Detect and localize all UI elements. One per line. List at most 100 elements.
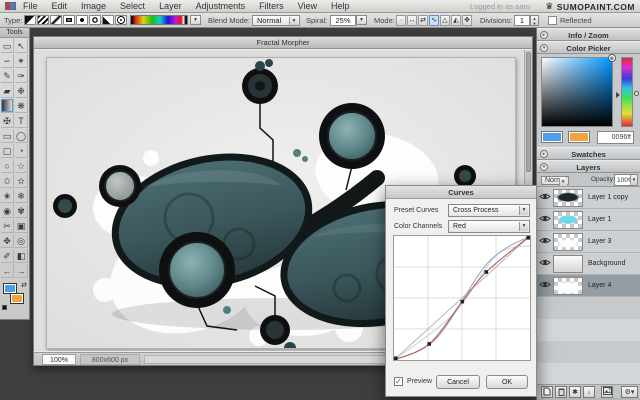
mode-triangle-outline-button[interactable]: △ <box>440 15 450 26</box>
curves-plot[interactable] <box>393 235 531 361</box>
hue-slider-handle-left[interactable] <box>616 92 620 98</box>
swatches-panel-header[interactable]: ▸Swatches <box>537 147 640 160</box>
tool-fill-bucket[interactable]: ◧ <box>15 249 28 263</box>
layer-opacity-select[interactable]: 100%▼ <box>614 174 638 186</box>
tool-smudge[interactable]: ✾ <box>15 204 28 218</box>
tool-star5-shape[interactable]: ✫ <box>15 174 28 188</box>
layer-visibility-eye-icon[interactable] <box>537 258 553 269</box>
tool-zoom[interactable]: ◎ <box>15 234 28 248</box>
scrollbar-thumb[interactable] <box>526 52 531 172</box>
layer-row-selected[interactable]: Layer 4 <box>537 275 640 297</box>
layer-visibility-eye-icon[interactable] <box>537 280 553 291</box>
background-color-swatch[interactable] <box>568 131 590 143</box>
tool-eyedropper[interactable]: ✐ <box>1 249 14 263</box>
gradient-dropdown-button[interactable]: ▼ <box>190 15 201 25</box>
layer-visibility-eye-icon[interactable] <box>537 236 553 247</box>
gradient-type-striped-button[interactable] <box>37 15 49 25</box>
tool-pencil[interactable]: ✎ <box>1 69 14 83</box>
ok-button[interactable]: OK <box>486 375 528 389</box>
preset-curves-select[interactable]: Cross Process▼ <box>448 204 530 217</box>
saturation-value-square[interactable] <box>541 57 613 127</box>
layer-thumbnail[interactable] <box>553 255 583 273</box>
hex-color-input[interactable] <box>597 131 634 144</box>
gradient-type-square-button[interactable] <box>63 15 75 25</box>
menu-filters[interactable]: Filters <box>259 1 284 11</box>
mode-arrows-dashed-button[interactable]: ⇄ <box>418 15 428 26</box>
collapse-arrow-icon[interactable]: ▸ <box>540 31 548 39</box>
menu-layer[interactable]: Layer <box>159 1 182 11</box>
layer-thumbnail[interactable] <box>553 233 583 251</box>
menu-file[interactable]: File <box>23 1 38 11</box>
spiral-dropdown-button[interactable]: ▼ <box>356 15 367 25</box>
gradient-type-corner-button[interactable] <box>102 15 114 25</box>
color-picker-panel-header[interactable]: ▾Color Picker <box>537 41 640 54</box>
collapse-arrow-icon[interactable]: ▸ <box>540 150 548 158</box>
layer-row[interactable]: Layer 1 <box>537 209 640 231</box>
tool-pie-shape[interactable]: ◔ <box>15 144 28 158</box>
gradient-type-line-button[interactable] <box>50 15 62 25</box>
info-zoom-panel-header[interactable]: ▸Info / Zoom <box>537 28 640 41</box>
tool-clone-stamp[interactable]: ✠ <box>1 114 14 128</box>
layer-down-button[interactable]: ↓ <box>583 386 595 398</box>
menu-help[interactable]: Help <box>331 1 350 11</box>
color-cursor[interactable] <box>609 55 615 61</box>
menu-edit[interactable]: Edit <box>52 1 68 11</box>
spiral-value[interactable]: 25% <box>330 15 356 26</box>
hue-slider-handle-right[interactable] <box>634 91 639 96</box>
gradient-preview[interactable] <box>130 15 188 25</box>
image-button[interactable] <box>601 386 613 398</box>
tool-lasso[interactable]: ∽ <box>1 54 14 68</box>
new-layer-button[interactable] <box>541 386 553 398</box>
default-colors-icon[interactable] <box>2 305 7 310</box>
tool-magic-wand[interactable]: ✴ <box>15 54 28 68</box>
mode-arrows-horizontal-button[interactable]: ↔ <box>407 15 417 26</box>
cancel-button[interactable]: Cancel <box>436 375 480 389</box>
layer-row[interactable]: Layer 1 copy <box>537 187 640 209</box>
layer-thumbnail[interactable] <box>553 211 583 229</box>
tool-ellipse-shape[interactable]: ◯ <box>15 129 28 143</box>
gradient-type-ring-button[interactable] <box>89 15 101 25</box>
tool-brush[interactable]: ✑ <box>15 69 28 83</box>
tool-ink-pen[interactable]: ❉ <box>15 84 28 98</box>
divisions-value[interactable]: 1 <box>514 15 530 26</box>
layers-panel-header[interactable]: ▾Layers <box>537 160 640 173</box>
tool-crop[interactable]: ✂ <box>1 219 14 233</box>
blend-mode-select[interactable]: Normal▼ <box>252 15 300 26</box>
tool-eraser[interactable]: ▰ <box>1 84 14 98</box>
tool-spray[interactable]: ❋ <box>15 99 28 113</box>
layer-row[interactable]: Background <box>537 253 640 275</box>
mode-dot-button[interactable]: · <box>396 15 406 26</box>
tool-polygon-shape[interactable]: ○ <box>1 159 14 173</box>
background-color-swatch[interactable] <box>10 293 24 304</box>
tool-star-shape[interactable]: ☆ <box>15 159 28 173</box>
mode-move-cross-button[interactable]: ✥ <box>462 15 472 26</box>
layer-blend-mode-select[interactable]: Normal▼ <box>541 176 569 185</box>
menu-view[interactable]: View <box>298 1 317 11</box>
reflected-checkbox[interactable] <box>548 16 557 25</box>
delete-layer-button[interactable] <box>555 386 567 398</box>
tool-blur[interactable]: ◉ <box>1 204 14 218</box>
tool-rectangle-select[interactable]: ▭ <box>1 39 14 53</box>
collapse-arrow-icon[interactable]: ▾ <box>540 44 548 52</box>
layer-visibility-eye-icon[interactable] <box>537 214 553 225</box>
menu-select[interactable]: Select <box>120 1 145 11</box>
gradient-type-linear-button[interactable] <box>24 15 36 25</box>
tool-text[interactable]: T <box>15 114 28 128</box>
preview-checkbox[interactable]: ✓ <box>394 377 403 386</box>
tool-hand[interactable]: ✥ <box>1 234 14 248</box>
layer-thumbnail[interactable] <box>553 189 583 207</box>
tool-star4-shape[interactable]: ✩ <box>1 174 14 188</box>
menu-adjustments[interactable]: Adjustments <box>196 1 246 11</box>
foreground-color-swatch[interactable] <box>541 131 563 143</box>
zoom-level[interactable]: 100% <box>42 354 76 365</box>
canvas-window-title[interactable]: Fractal Morpher <box>34 37 532 49</box>
layer-visibility-eye-icon[interactable] <box>537 192 553 203</box>
layer-up-button[interactable]: ✱ <box>569 386 581 398</box>
layer-row[interactable]: Layer 3 <box>537 231 640 253</box>
menu-image[interactable]: Image <box>81 1 106 11</box>
color-channels-select[interactable]: Red▼ <box>448 220 530 233</box>
mode-wave-button[interactable]: ∿ <box>429 15 439 26</box>
tool-rounded-rect-shape[interactable]: ▢ <box>1 144 14 158</box>
swap-colors-icon[interactable]: ⇄ <box>21 281 27 289</box>
dialog-title[interactable]: Curves <box>386 186 536 199</box>
